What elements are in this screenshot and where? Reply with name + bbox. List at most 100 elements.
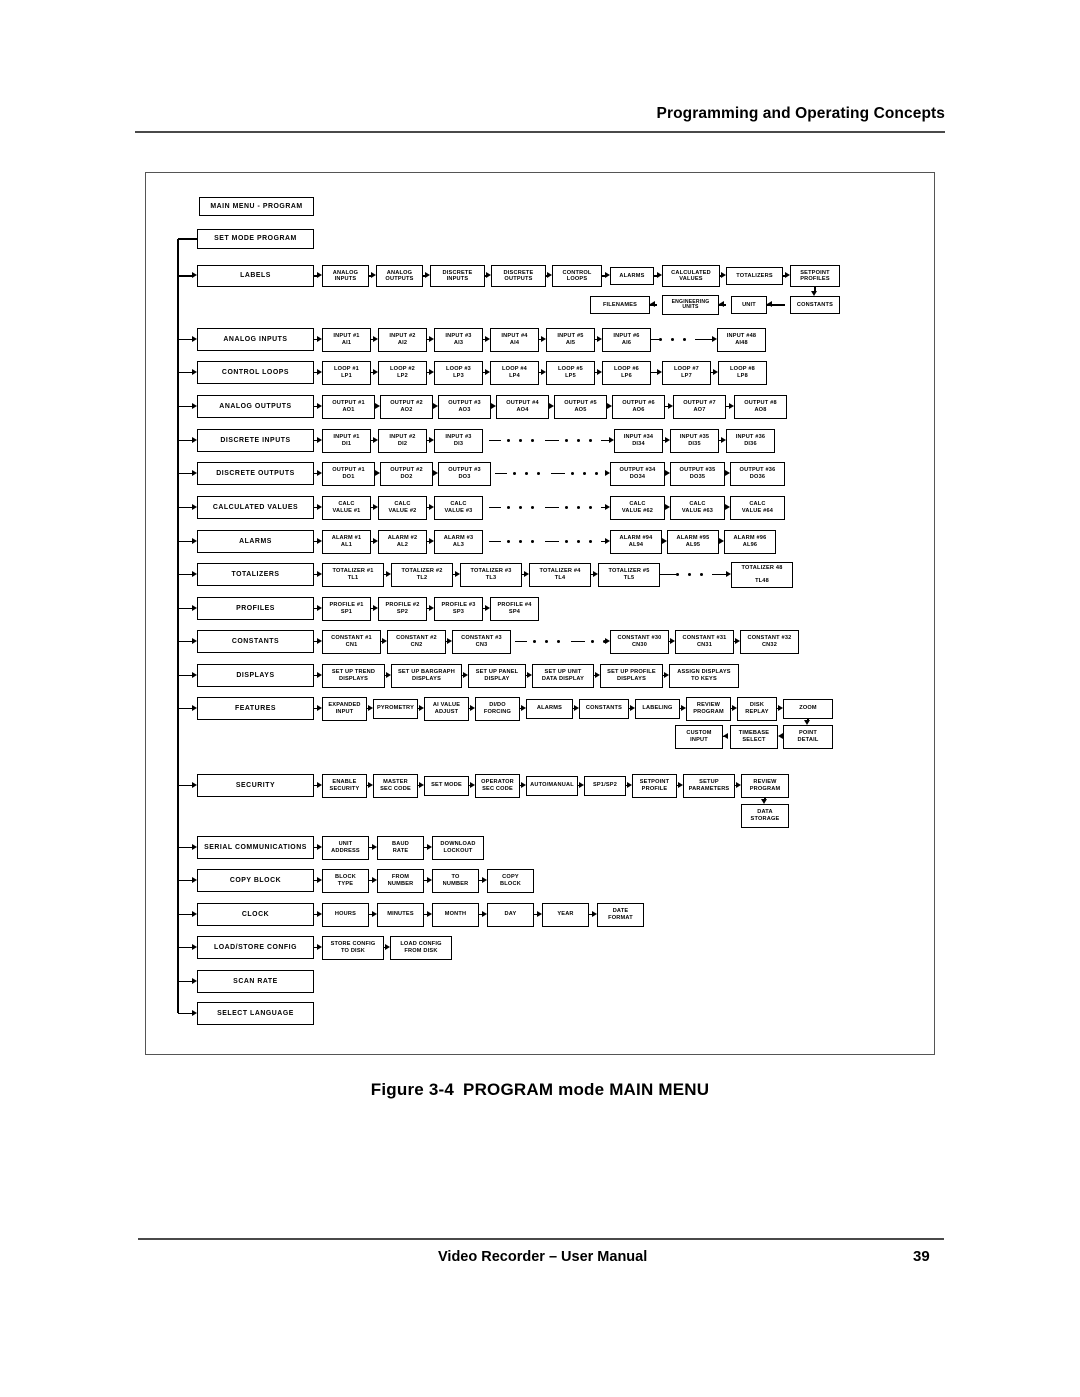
box-displays[interactable]: DISPLAYS [197,664,314,687]
box-discrete-inputs-item-1[interactable]: INPUT #2 DI2 [378,428,427,453]
box-features-item-1[interactable]: PYROMETRY [373,698,418,719]
box-discrete-outputs-tail-0[interactable]: OUTPUT #34 DO34 [610,461,665,486]
box-copy-block-item-3[interactable]: COPY BLOCK [487,868,534,893]
box-totalizers-item-4[interactable]: TOTALIZER #5 TL5 [598,562,660,587]
box-labels-item-5[interactable]: ALARMS [610,267,654,285]
box-clock-item-2[interactable]: MONTH [432,902,479,927]
box-discrete-outputs[interactable]: DISCRETE OUTPUTS [197,462,314,485]
box-security-item-8[interactable]: REVIEW PROGRAM [741,773,789,798]
box-analog-inputs-item-3[interactable]: INPUT #4 AI4 [490,327,539,352]
box-analog-inputs-item-0[interactable]: INPUT #1 AI1 [322,327,371,352]
box-profiles-item-1[interactable]: PROFILE #2 SP2 [378,596,427,621]
box-analog-outputs-item-6[interactable]: OUTPUT #7 AO7 [673,394,726,419]
box-control-loops-item-0[interactable]: LOOP #1 LP1 [322,360,371,385]
box-alarms-tail-0[interactable]: ALARM #94 AL94 [610,529,662,554]
box-analog-inputs-tail-0[interactable]: INPUT #48 AI48 [717,327,766,352]
box-constants-tail-0[interactable]: CONSTANT #30 CN30 [610,629,669,654]
box-discrete-inputs-item-0[interactable]: INPUT #1 DI1 [322,428,371,453]
box-serial-communications[interactable]: SERIAL COMMUNICATIONS [197,836,314,859]
box-features-item-3[interactable]: DI/DO FORCING [475,696,520,721]
box-analog-inputs-item-1[interactable]: INPUT #2 AI2 [378,327,427,352]
box-totalizers-item-3[interactable]: TOTALIZER #4 TL4 [529,562,591,587]
box-discrete-outputs-tail-2[interactable]: OUTPUT #36 DO36 [730,461,785,486]
box-security[interactable]: SECURITY [197,774,314,797]
box-load-store-config[interactable]: LOAD/STORE CONFIG [197,936,314,959]
box-features-item-7[interactable]: REVIEW PROGRAM [686,696,731,721]
box-displays-item-1[interactable]: SET UP BARGRAPH DISPLAYS [391,663,462,688]
box-control-loops-item-5[interactable]: LOOP #6 LP6 [602,360,651,385]
box-analog-inputs-item-2[interactable]: INPUT #3 AI3 [434,327,483,352]
box-discrete-outputs-item-0[interactable]: OUTPUT #1 DO1 [322,461,375,486]
box-displays-item-3[interactable]: SET UP UNIT DATA DISPLAY [532,663,594,688]
box-constants-item-1[interactable]: CONSTANT #2 CN2 [387,629,446,654]
box-labels-item-0[interactable]: ANALOG INPUTS [322,265,369,287]
box-analog-outputs[interactable]: ANALOG OUTPUTS [197,395,314,418]
box-labels[interactable]: LABELS [197,265,314,287]
box-discrete-inputs-tail-2[interactable]: INPUT #36 DI36 [726,428,775,453]
box-analog-outputs-item-4[interactable]: OUTPUT #5 AO5 [554,394,607,419]
box-copy-block-item-2[interactable]: TO NUMBER [432,868,479,893]
box-control-loops-item-2[interactable]: LOOP #3 LP3 [434,360,483,385]
box-calculated-values-item-2[interactable]: CALC VALUE #3 [434,495,483,520]
box-scan-rate[interactable]: SCAN RATE [197,970,314,993]
box-control-loops-item-7[interactable]: LOOP #8 LP8 [718,360,767,385]
box-features-item-9[interactable]: ZOOM [783,698,833,719]
box-serial-communications-item-1[interactable]: BAUD RATE [377,835,424,860]
box-labels-wrap-0[interactable]: CONSTANTS [790,296,840,314]
box-discrete-outputs-item-1[interactable]: OUTPUT #2 DO2 [380,461,433,486]
box-labels-item-2[interactable]: DISCRETE INPUTS [430,265,485,287]
box-constants-tail-1[interactable]: CONSTANT #31 CN31 [675,629,734,654]
box-analog-inputs[interactable]: ANALOG INPUTS [197,328,314,351]
box-alarms-tail-1[interactable]: ALARM #95 AL95 [667,529,719,554]
box-displays-item-2[interactable]: SET UP PANEL DISPLAY [468,663,526,688]
box-discrete-outputs-item-2[interactable]: OUTPUT #3 DO3 [438,461,491,486]
box-displays-item-5[interactable]: ASSIGN DISPLAYS TO KEYS [669,663,739,688]
box-features-item-6[interactable]: LABELING [635,698,680,719]
box-features-wrap-0[interactable]: POINT DETAIL [783,724,833,749]
box-clock[interactable]: CLOCK [197,903,314,926]
box-analog-outputs-item-1[interactable]: OUTPUT #2 AO2 [380,394,433,419]
box-profiles-item-3[interactable]: PROFILE #4 SP4 [490,596,539,621]
box-constants-item-0[interactable]: CONSTANT #1 CN1 [322,629,381,654]
box-totalizers-item-2[interactable]: TOTALIZER #3 TL3 [460,562,522,587]
box-security-item-5[interactable]: SP1/SP2 [584,775,626,796]
box-constants-item-2[interactable]: CONSTANT #3 CN3 [452,629,511,654]
box-constants-tail-2[interactable]: CONSTANT #32 CN32 [740,629,799,654]
box-alarms[interactable]: ALARMS [197,530,314,553]
box-displays-item-4[interactable]: SET UP PROFILE DISPLAYS [600,663,663,688]
box-features-wrap-2[interactable]: CUSTOM INPUT [675,724,723,749]
box-constants[interactable]: CONSTANTS [197,630,314,653]
box-analog-outputs-item-5[interactable]: OUTPUT #6 AO6 [612,394,665,419]
box-calculated-values-item-0[interactable]: CALC VALUE #1 [322,495,371,520]
box-load-store-config-item-1[interactable]: LOAD CONFIG FROM DISK [390,935,452,960]
box-clock-item-4[interactable]: YEAR [542,902,589,927]
box-features-item-8[interactable]: DISK REPLAY [737,696,777,721]
box-alarms-item-1[interactable]: ALARM #2 AL2 [378,529,427,554]
box-calculated-values[interactable]: CALCULATED VALUES [197,496,314,519]
box-labels-wrap-1[interactable]: UNIT [731,296,767,314]
box-security-item-1[interactable]: MASTER SEC CODE [373,773,418,798]
box-alarms-item-2[interactable]: ALARM #3 AL3 [434,529,483,554]
box-features-item-2[interactable]: AI VALUE ADJUST [424,696,469,721]
box-totalizers-item-1[interactable]: TOTALIZER #2 TL2 [391,562,453,587]
box-features-wrap-1[interactable]: TIMEBASE SELECT [730,724,778,749]
box-security-item-3[interactable]: OPERATOR SEC CODE [475,773,520,798]
box-totalizers-tail-0[interactable]: TOTALIZER 48 TL48 [731,561,793,588]
box-main-menu-program[interactable]: MAIN MENU - PROGRAM [199,197,314,216]
box-load-store-config-item-0[interactable]: STORE CONFIG TO DISK [322,935,384,960]
box-analog-outputs-item-3[interactable]: OUTPUT #4 AO4 [496,394,549,419]
box-features-item-4[interactable]: ALARMS [526,698,573,719]
box-control-loops-item-3[interactable]: LOOP #4 LP4 [490,360,539,385]
box-calculated-values-tail-2[interactable]: CALC VALUE #64 [730,495,785,520]
box-copy-block[interactable]: COPY BLOCK [197,869,314,892]
box-labels-item-7[interactable]: TOTALIZERS [726,267,783,285]
box-discrete-outputs-tail-1[interactable]: OUTPUT #35 DO35 [670,461,725,486]
box-security-item-4[interactable]: AUTO/MANUAL [526,775,578,796]
box-control-loops-item-4[interactable]: LOOP #5 LP5 [546,360,595,385]
box-labels-item-6[interactable]: CALCULATED VALUES [662,265,720,287]
box-control-loops-item-1[interactable]: LOOP #2 LP2 [378,360,427,385]
box-labels-wrap-2[interactable]: ENGINEERING UNITS [662,295,719,315]
box-labels-item-8[interactable]: SETPOINT PROFILES [790,265,840,287]
box-calculated-values-item-1[interactable]: CALC VALUE #2 [378,495,427,520]
box-features-item-0[interactable]: EXPANDED INPUT [322,696,367,721]
